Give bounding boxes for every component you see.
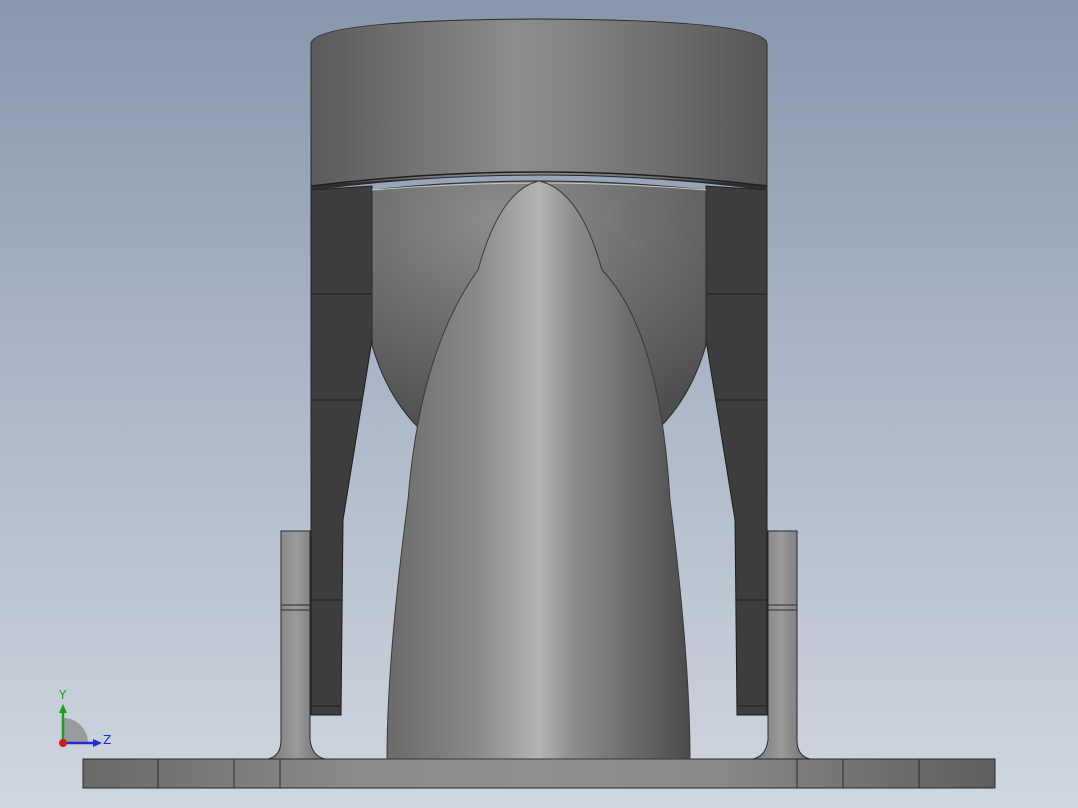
y-axis-arrowhead bbox=[59, 704, 67, 713]
right-leg[interactable] bbox=[705, 185, 768, 716]
x-axis-dot bbox=[59, 739, 67, 747]
3d-viewport[interactable]: Y Z bbox=[0, 0, 1078, 808]
model-view[interactable] bbox=[0, 0, 1078, 808]
orientation-triad: Y Z bbox=[58, 688, 111, 747]
z-axis-label: Z bbox=[103, 733, 111, 747]
z-axis-arrowhead bbox=[93, 739, 102, 747]
y-axis-label: Y bbox=[58, 688, 67, 702]
left-leg[interactable] bbox=[310, 185, 373, 716]
cylinder-top[interactable] bbox=[310, 18, 768, 191]
base-plate[interactable] bbox=[82, 758, 996, 789]
triad-plane-shade bbox=[63, 718, 88, 743]
